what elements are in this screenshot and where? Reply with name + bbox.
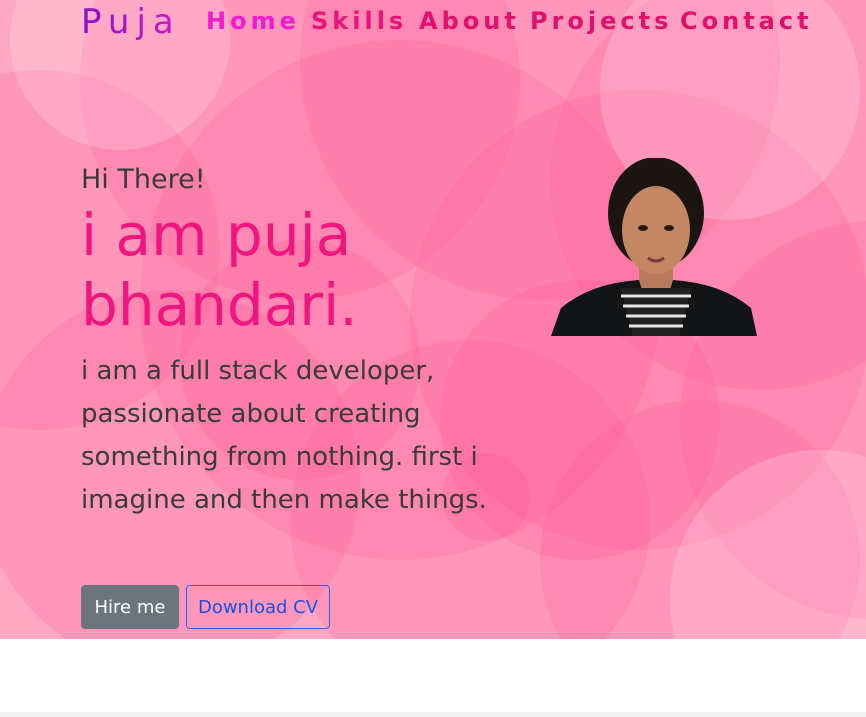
profile-photo-illustration [551,158,757,336]
navbar: Puja Home Skills About Projects Contact [0,0,866,44]
profile-photo [551,158,757,336]
brand-logo[interactable]: Puja [81,2,181,42]
nav-link-about[interactable]: About [419,6,520,36]
hero-name-heading: i am puja bhandari. [81,201,358,339]
hire-me-button[interactable]: Hire me [81,585,179,629]
nav-link-contact[interactable]: Contact [680,6,813,36]
nav-link-home[interactable]: Home [206,6,300,36]
download-cv-button[interactable]: Download CV [186,585,330,629]
hero-section: Puja Home Skills About Projects Contact … [0,0,866,639]
nav-link-projects[interactable]: Projects [530,6,672,36]
hero-description: i am a full stack developer, passionate … [81,356,487,515]
greeting-text: Hi There! [81,164,206,195]
nav-link-skills[interactable]: Skills [311,6,407,36]
section-divider [0,712,866,717]
